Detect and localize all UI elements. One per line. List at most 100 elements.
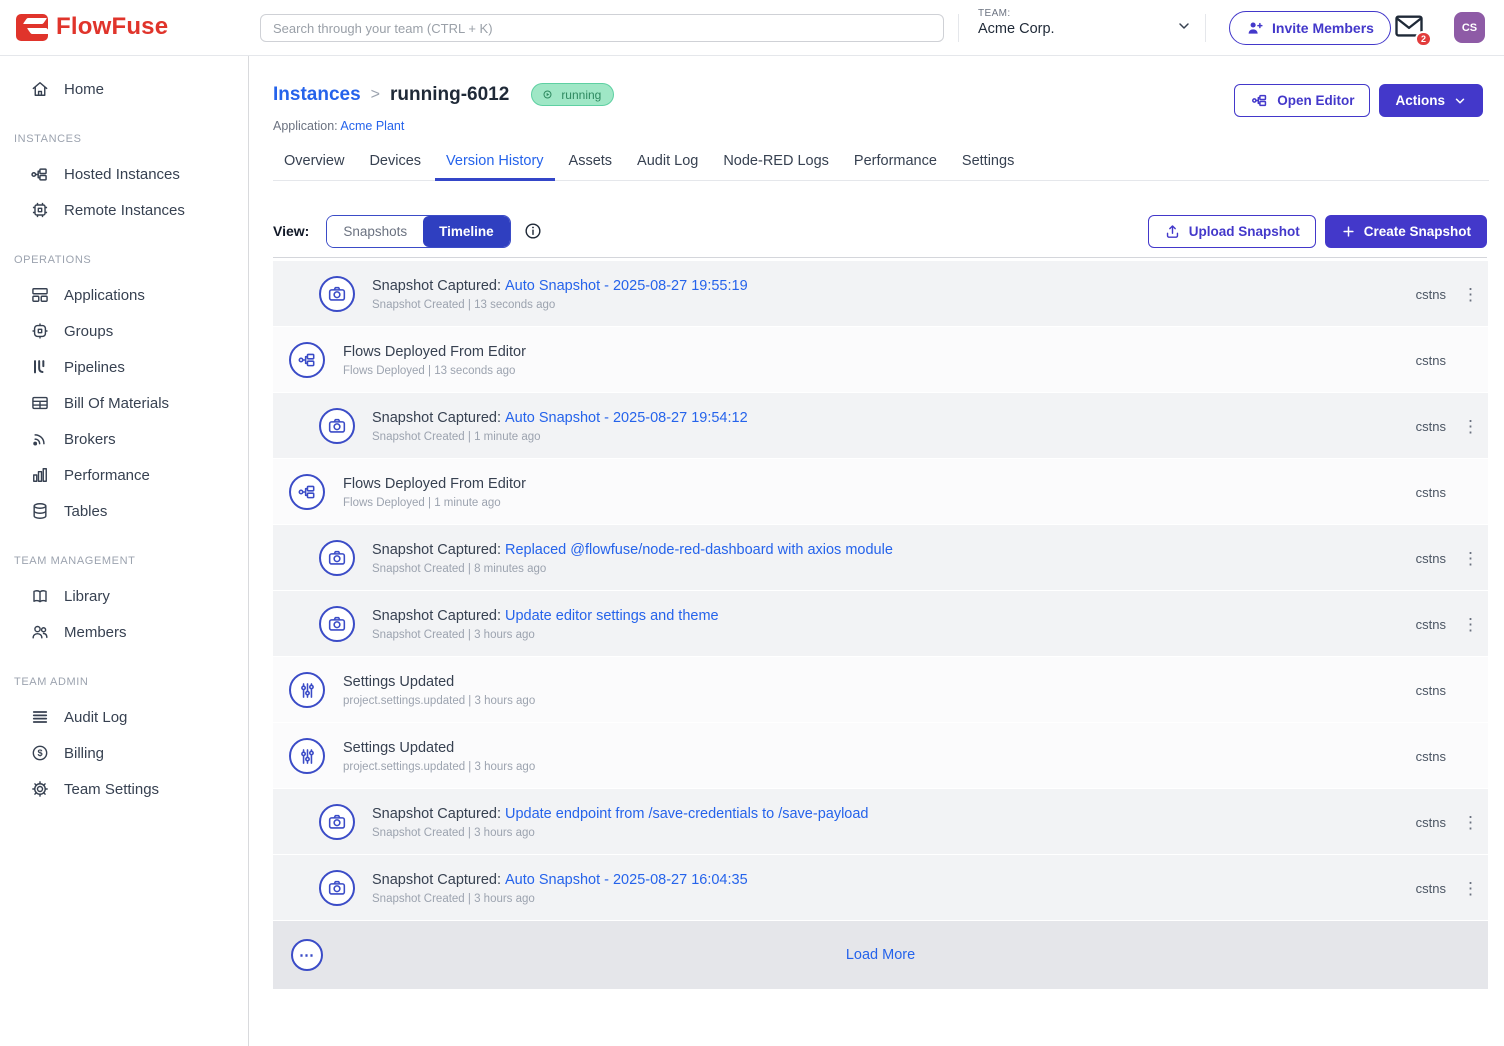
- view-toggle: Snapshots Timeline: [326, 215, 510, 248]
- bill-of-materials-icon: [29, 393, 50, 414]
- kebab-menu-icon[interactable]: ⋮: [1462, 616, 1476, 633]
- actions-label: Actions: [1395, 93, 1445, 108]
- sidebar-item-groups[interactable]: Groups: [0, 313, 248, 349]
- event-meta: Snapshot Created | 13 seconds ago: [372, 299, 1416, 311]
- invite-members-button[interactable]: Invite Members: [1229, 11, 1391, 45]
- upload-snapshot-button[interactable]: Upload Snapshot: [1148, 215, 1316, 248]
- event-title: Snapshot Captured:: [372, 278, 501, 294]
- sidebar-item-audit-log[interactable]: Audit Log: [0, 699, 248, 735]
- event-user: cstns: [1416, 287, 1446, 302]
- tab-node-red-logs[interactable]: Node-RED Logs: [712, 153, 840, 180]
- event-title: Settings Updated: [343, 740, 1416, 756]
- avatar[interactable]: CS: [1454, 12, 1485, 43]
- team-settings-icon: [29, 779, 50, 800]
- actions-button[interactable]: Actions: [1379, 84, 1483, 117]
- settings-sliders-icon: [289, 738, 325, 774]
- event-meta: Flows Deployed | 1 minute ago: [343, 497, 1416, 509]
- tab-audit-log[interactable]: Audit Log: [626, 153, 709, 180]
- snapshot-link[interactable]: Auto Snapshot - 2025-08-27 16:04:35: [505, 872, 748, 888]
- mail-button[interactable]: 2: [1394, 13, 1426, 43]
- sidebar-item-label: Hosted Instances: [64, 166, 180, 183]
- mail-badge: 2: [1415, 31, 1432, 47]
- camera-snapshot-icon: [319, 804, 355, 840]
- tab-devices[interactable]: Devices: [358, 153, 432, 180]
- search-input[interactable]: [260, 14, 944, 42]
- sidebar-item-remote-instances[interactable]: Remote Instances: [0, 192, 248, 228]
- event-user: cstns: [1416, 551, 1446, 566]
- event-meta: Snapshot Created | 8 minutes ago: [372, 563, 1416, 575]
- settings-sliders-icon: [289, 672, 325, 708]
- timeline-row: Snapshot Captured:Update endpoint from /…: [273, 789, 1488, 855]
- page-title: running-6012: [390, 84, 509, 106]
- open-editor-icon: [1250, 91, 1269, 110]
- sidebar-item-performance[interactable]: Performance: [0, 457, 248, 493]
- sidebar-item-billing[interactable]: $ Billing: [0, 735, 248, 771]
- snapshot-link[interactable]: Auto Snapshot - 2025-08-27 19:55:19: [505, 278, 748, 294]
- kebab-menu-icon[interactable]: ⋮: [1462, 418, 1476, 435]
- sidebar-item-home[interactable]: Home: [0, 71, 248, 107]
- sidebar-item-members[interactable]: Members: [0, 614, 248, 650]
- sidebar-item-bill-of-materials[interactable]: Bill Of Materials: [0, 385, 248, 421]
- kebab-menu-icon[interactable]: ⋮: [1462, 550, 1476, 567]
- upload-icon: [1164, 223, 1181, 240]
- kebab-menu-icon[interactable]: ⋮: [1462, 814, 1476, 831]
- divider: [958, 14, 959, 42]
- event-meta: Snapshot Created | 1 minute ago: [372, 431, 1416, 443]
- sidebar-item-library[interactable]: Library: [0, 578, 248, 614]
- event-user: cstns: [1416, 485, 1446, 500]
- svg-text:$: $: [37, 748, 42, 758]
- flows-deploy-icon: [289, 342, 325, 378]
- sidebar-section-title: TEAM MANAGEMENT: [0, 555, 248, 567]
- upload-snapshot-label: Upload Snapshot: [1189, 224, 1300, 239]
- breadcrumb-instances-link[interactable]: Instances: [273, 84, 361, 106]
- event-user: cstns: [1416, 815, 1446, 830]
- sidebar-item-applications[interactable]: Applications: [0, 277, 248, 313]
- toggle-snapshots[interactable]: Snapshots: [327, 216, 423, 247]
- application-link[interactable]: Acme Plant: [340, 119, 404, 133]
- kebab-menu-icon[interactable]: ⋮: [1462, 880, 1476, 897]
- ellipsis-load-more-icon[interactable]: ⋯: [291, 939, 323, 971]
- sidebar-item-brokers[interactable]: Brokers: [0, 421, 248, 457]
- create-snapshot-label: Create Snapshot: [1364, 224, 1471, 239]
- timeline-row: Snapshot Captured:Update editor settings…: [273, 591, 1488, 657]
- top-bar: FlowFuse TEAM: Acme Corp. Invite Members…: [0, 0, 1504, 56]
- snapshot-link[interactable]: Auto Snapshot - 2025-08-27 19:54:12: [505, 410, 748, 426]
- sidebar-item-label: Tables: [64, 503, 107, 520]
- camera-snapshot-icon: [319, 606, 355, 642]
- sidebar-item-hosted-instances[interactable]: Hosted Instances: [0, 156, 248, 192]
- tab-settings[interactable]: Settings: [951, 153, 1025, 180]
- event-title: Snapshot Captured:: [372, 542, 501, 558]
- sidebar-item-team-settings[interactable]: Team Settings: [0, 771, 248, 807]
- sidebar-item-label: Bill Of Materials: [64, 395, 169, 412]
- tab-version-history[interactable]: Version History: [435, 153, 555, 181]
- sidebar-item-label: Library: [64, 588, 110, 605]
- groups-icon: [29, 321, 50, 342]
- sidebar-item-pipelines[interactable]: Pipelines: [0, 349, 248, 385]
- tab-overview[interactable]: Overview: [273, 153, 355, 180]
- load-more-link[interactable]: Load More: [846, 947, 915, 963]
- create-snapshot-button[interactable]: Create Snapshot: [1325, 215, 1487, 248]
- tab-bar: Overview Devices Version History Assets …: [273, 148, 1489, 181]
- snapshot-link[interactable]: Update endpoint from /save-credentials t…: [505, 806, 869, 822]
- brand-name: FlowFuse: [56, 13, 168, 41]
- kebab-menu-icon[interactable]: ⋮: [1462, 286, 1476, 303]
- chevron-down-icon[interactable]: [1176, 18, 1192, 39]
- event-meta: Snapshot Created | 3 hours ago: [372, 629, 1416, 641]
- toggle-timeline[interactable]: Timeline: [423, 216, 510, 247]
- snapshot-link[interactable]: Replaced @flowfuse/node-red-dashboard wi…: [505, 542, 893, 558]
- tab-assets[interactable]: Assets: [558, 153, 624, 180]
- event-user: cstns: [1416, 419, 1446, 434]
- sidebar-item-tables[interactable]: Tables: [0, 493, 248, 529]
- view-label: View:: [273, 223, 309, 239]
- snapshot-link[interactable]: Update editor settings and theme: [505, 608, 719, 624]
- tab-performance[interactable]: Performance: [843, 153, 948, 180]
- sidebar-item-label: Remote Instances: [64, 202, 185, 219]
- info-icon[interactable]: [523, 221, 543, 241]
- application-line: Application: Acme Plant: [273, 119, 404, 133]
- sidebar-item-label: Team Settings: [64, 781, 159, 798]
- sidebar-section-title: INSTANCES: [0, 133, 248, 145]
- flowfuse-logo[interactable]: FlowFuse: [16, 13, 168, 41]
- open-editor-button[interactable]: Open Editor: [1234, 84, 1370, 117]
- team-switcher[interactable]: TEAM: Acme Corp.: [978, 8, 1055, 37]
- sidebar: Home INSTANCES Hosted Instances Remote I…: [0, 56, 249, 1046]
